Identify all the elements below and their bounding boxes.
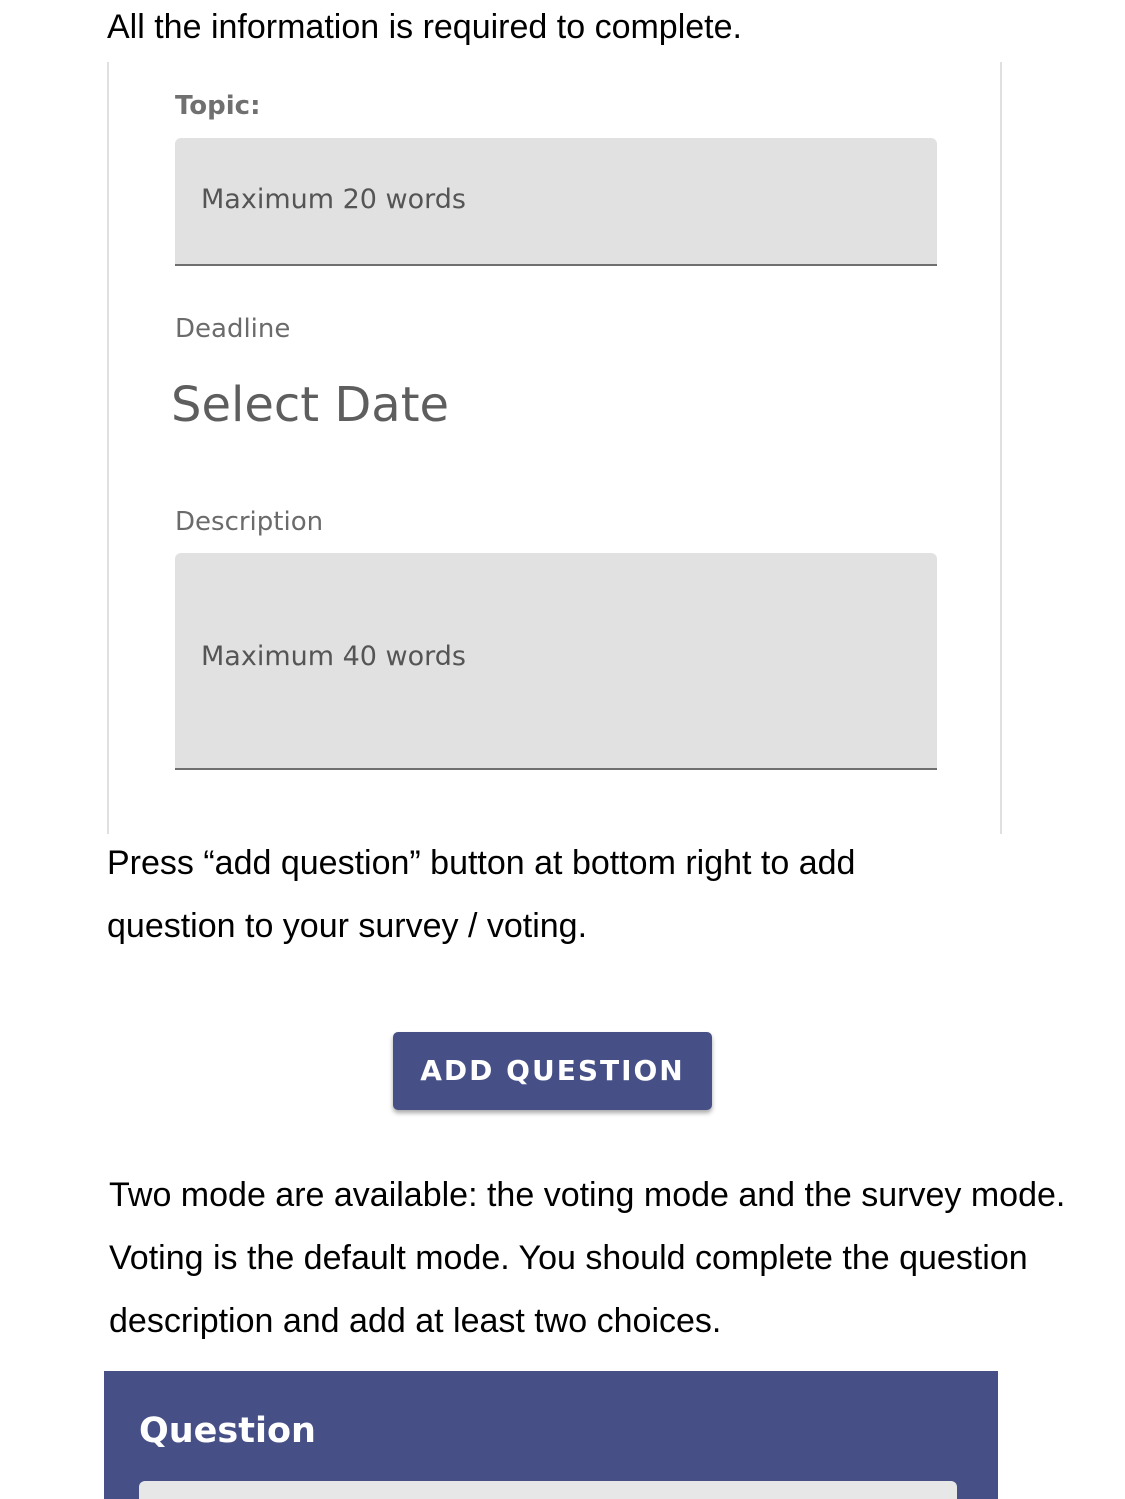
description-label: Description (175, 507, 324, 537)
topic-label: Topic: (175, 91, 261, 121)
modes-instruction: Two mode are available: the voting mode … (109, 1176, 1066, 1340)
question-title: Question (139, 1411, 316, 1451)
add-question-instruction: Press “add question” button at bottom ri… (107, 844, 856, 945)
intro-instruction: All the information is required to compl… (107, 8, 742, 46)
question-input[interactable] (139, 1481, 957, 1499)
description-input[interactable]: Maximum 40 words (175, 553, 937, 770)
add-question-button[interactable]: ADD QUESTION (393, 1032, 712, 1110)
question-panel: Question (104, 1371, 998, 1499)
deadline-label: Deadline (175, 314, 291, 344)
survey-form-card: Topic: Maximum 20 words Deadline Select … (107, 62, 1002, 834)
topic-input[interactable]: Maximum 20 words (175, 138, 937, 266)
select-date-picker[interactable]: Select Date (171, 377, 449, 433)
topic-placeholder: Maximum 20 words (201, 184, 466, 215)
description-placeholder: Maximum 40 words (201, 641, 466, 672)
